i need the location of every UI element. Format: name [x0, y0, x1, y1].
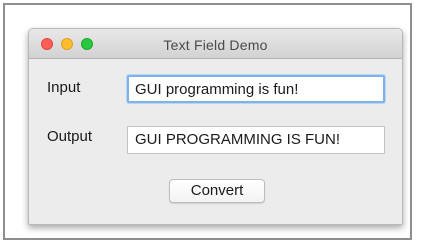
- output-label: Output: [47, 128, 93, 145]
- title-bar[interactable]: Text Field Demo: [29, 29, 402, 59]
- input-label: Input: [47, 79, 81, 96]
- app-window: Text Field Demo Input Output GUI PROGRAM…: [28, 28, 403, 225]
- window-title: Text Field Demo: [163, 37, 268, 53]
- input-field[interactable]: [127, 75, 385, 103]
- output-field[interactable]: GUI PROGRAMMING IS FUN!: [127, 126, 385, 154]
- convert-button[interactable]: Convert: [169, 179, 265, 203]
